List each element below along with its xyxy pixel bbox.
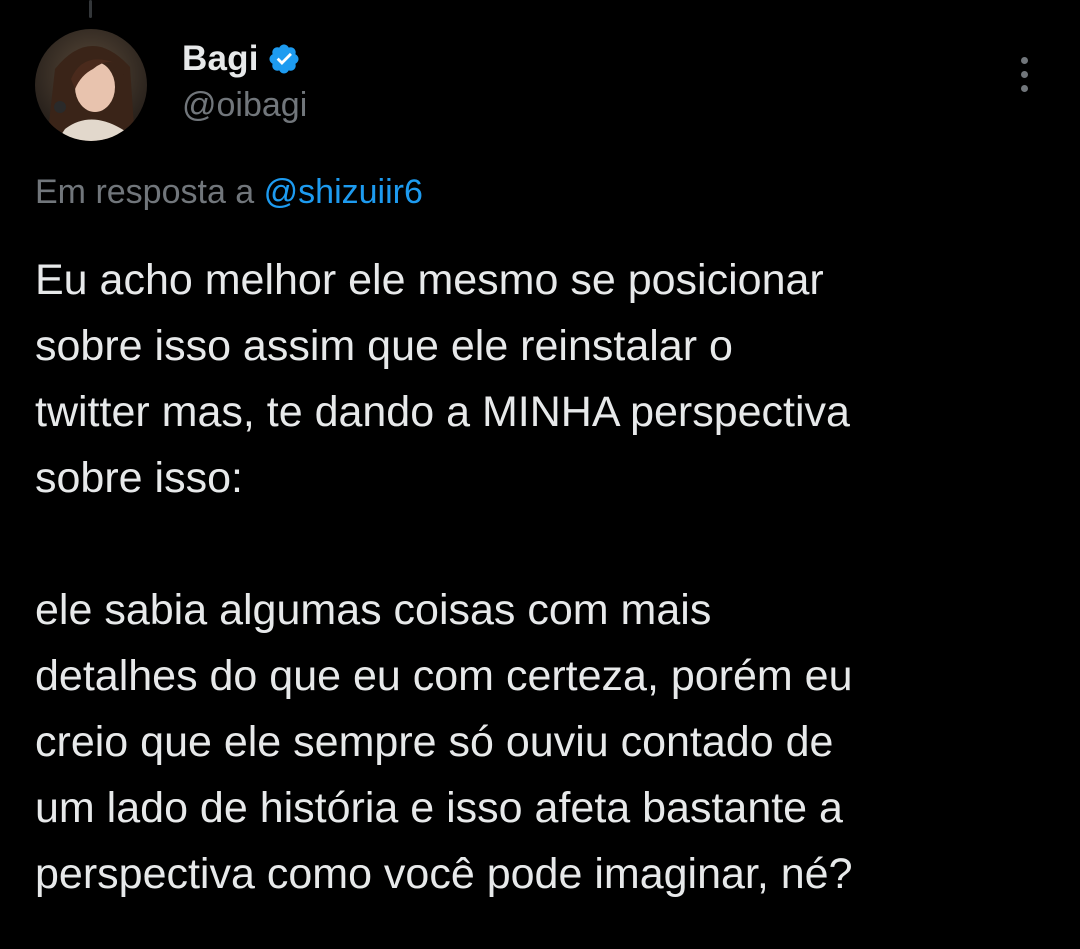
avatar-image <box>35 29 147 141</box>
author-display-name[interactable]: Bagi <box>182 39 259 79</box>
reply-prefix: Em resposta a <box>35 173 255 211</box>
more-options-button[interactable] <box>1000 50 1048 98</box>
more-vertical-icon-dot <box>1020 84 1028 92</box>
verified-badge-icon[interactable] <box>267 42 301 76</box>
author-handle[interactable]: @oibagi <box>182 86 307 125</box>
more-vertical-icon <box>1020 56 1028 64</box>
reply-context: Em resposta a @shizuiir6 <box>35 173 423 212</box>
tweet-paragraph-1: Eu acho melhor ele mesmo se posicionar s… <box>35 256 850 502</box>
more-vertical-icon-dot <box>1020 70 1028 78</box>
avatar[interactable] <box>35 29 147 141</box>
thread-connector-line <box>89 0 92 18</box>
author-name-row[interactable]: Bagi <box>182 38 301 80</box>
tweet-text: Eu acho melhor ele mesmo se posicionar s… <box>35 247 1065 907</box>
reply-mention-link[interactable]: @shizuiir6 <box>264 173 423 211</box>
tweet-paragraph-2: ele sabia algumas coisas com mais detalh… <box>35 586 853 898</box>
